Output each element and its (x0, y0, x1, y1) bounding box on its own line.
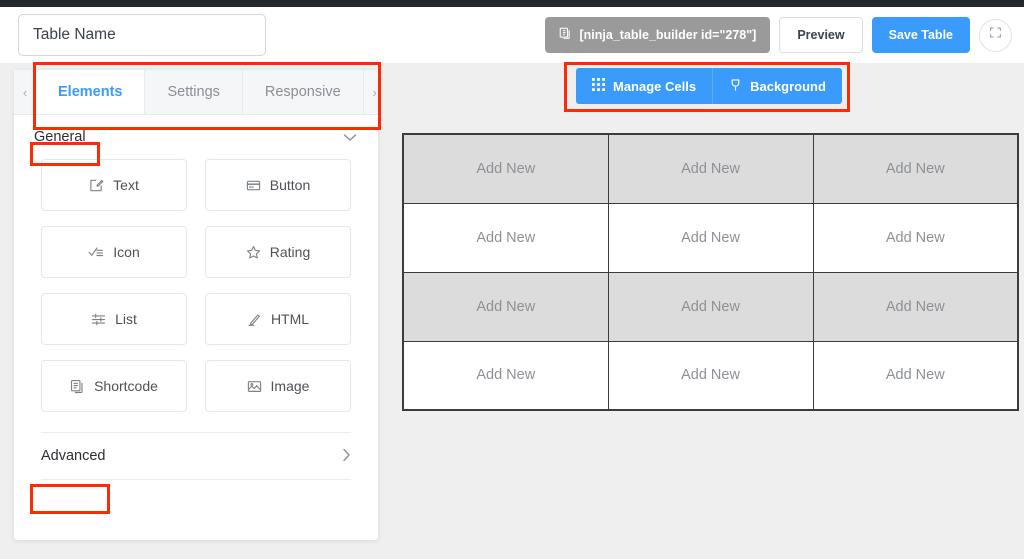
element-label: Text (113, 177, 139, 193)
save-table-button[interactable]: Save Table (872, 17, 970, 53)
admin-bar (0, 0, 1024, 7)
image-icon (247, 379, 262, 394)
tab-settings[interactable]: Settings (145, 70, 242, 114)
star-icon (246, 245, 261, 260)
tab-responsive[interactable]: Responsive (243, 70, 364, 114)
manage-cells-label: Manage Cells (613, 79, 696, 94)
tab-elements[interactable]: Elements (36, 70, 145, 114)
table-row: Add New Add New Add New (403, 341, 1018, 410)
element-label: List (115, 311, 137, 327)
table-name-input[interactable] (18, 14, 266, 56)
table-cell[interactable]: Add New (813, 134, 1018, 203)
element-card-button[interactable]: Button (205, 159, 351, 211)
chevron-down-icon[interactable] (342, 131, 358, 144)
table-cell[interactable]: Add New (403, 272, 608, 341)
tabs-prev-arrow[interactable]: ‹ (14, 70, 36, 114)
table-cell[interactable]: Add New (813, 203, 1018, 272)
element-label: Button (270, 177, 310, 193)
manage-cells-button[interactable]: Manage Cells (576, 68, 712, 104)
tabs-next-arrow[interactable]: › (364, 70, 386, 114)
chevron-right-icon[interactable] (341, 447, 351, 465)
general-section-title: General (34, 129, 86, 145)
check-list-icon (88, 245, 104, 260)
table-cell[interactable]: Add New (608, 203, 813, 272)
sidebar-body: General Text (14, 115, 378, 480)
table-cell[interactable]: Add New (813, 341, 1018, 410)
fullscreen-icon (989, 26, 1002, 44)
table-preview-wrapper: Add New Add New Add New Add New Add New … (402, 133, 1023, 411)
shortcode-label: [ninja_table_builder id="278"] (580, 28, 757, 42)
shortcode-copy-button[interactable]: [ninja_table_builder id="278"] (545, 17, 771, 53)
general-section-header[interactable]: General (14, 115, 378, 157)
background-button[interactable]: Background (712, 68, 842, 104)
background-label: Background (750, 79, 826, 94)
element-card-html[interactable]: HTML (205, 293, 351, 345)
header-actions: [ninja_table_builder id="278"] Preview S… (545, 17, 1013, 53)
table-row: Add New Add New Add New (403, 134, 1018, 203)
copy-icon (70, 379, 85, 394)
table-cell[interactable]: Add New (813, 272, 1018, 341)
element-label: Rating (270, 244, 310, 260)
fullscreen-button[interactable] (979, 19, 1012, 52)
element-card-text[interactable]: Text (41, 159, 187, 211)
grid-icon (592, 78, 605, 94)
sliders-icon (91, 312, 106, 327)
elements-sidebar: ‹ Elements Settings Responsive › General (14, 70, 378, 540)
advanced-section-header[interactable]: Advanced (14, 433, 378, 479)
table-cell[interactable]: Add New (608, 134, 813, 203)
element-card-shortcode[interactable]: Shortcode (41, 360, 187, 412)
element-card-list[interactable]: List (41, 293, 187, 345)
table-cell[interactable]: Add New (403, 134, 608, 203)
element-card-image[interactable]: Image (205, 360, 351, 412)
element-label: HTML (271, 311, 309, 327)
element-label: Image (271, 378, 310, 394)
table-cell[interactable]: Add New (403, 341, 608, 410)
copy-icon (559, 27, 572, 43)
advanced-section-title: Advanced (41, 448, 106, 464)
cell-toolbar: Manage Cells Background (576, 68, 842, 104)
table-row: Add New Add New Add New (403, 203, 1018, 272)
element-label: Icon (113, 244, 139, 260)
table-cell[interactable]: Add New (608, 272, 813, 341)
paint-icon (729, 78, 742, 95)
table-builder-app: [ninja_table_builder id="278"] Preview S… (0, 0, 1024, 559)
sidebar-tabs: ‹ Elements Settings Responsive › (14, 70, 378, 115)
element-card-icon[interactable]: Icon (41, 226, 187, 278)
advanced-divider (41, 479, 351, 480)
general-elements-grid: Text Button (14, 157, 378, 426)
table-cell[interactable]: Add New (608, 341, 813, 410)
element-label: Shortcode (94, 378, 158, 394)
card-icon (246, 178, 261, 193)
table-cell[interactable]: Add New (403, 203, 608, 272)
edit-square-icon (89, 178, 104, 193)
pencil-code-icon (247, 312, 262, 327)
table-row: Add New Add New Add New (403, 272, 1018, 341)
preview-button[interactable]: Preview (779, 17, 862, 53)
app-header: [ninja_table_builder id="278"] Preview S… (0, 7, 1024, 63)
element-card-rating[interactable]: Rating (205, 226, 351, 278)
table-workspace: Manage Cells Background Add New Add New (392, 63, 1024, 559)
builder-table: Add New Add New Add New Add New Add New … (402, 133, 1019, 411)
